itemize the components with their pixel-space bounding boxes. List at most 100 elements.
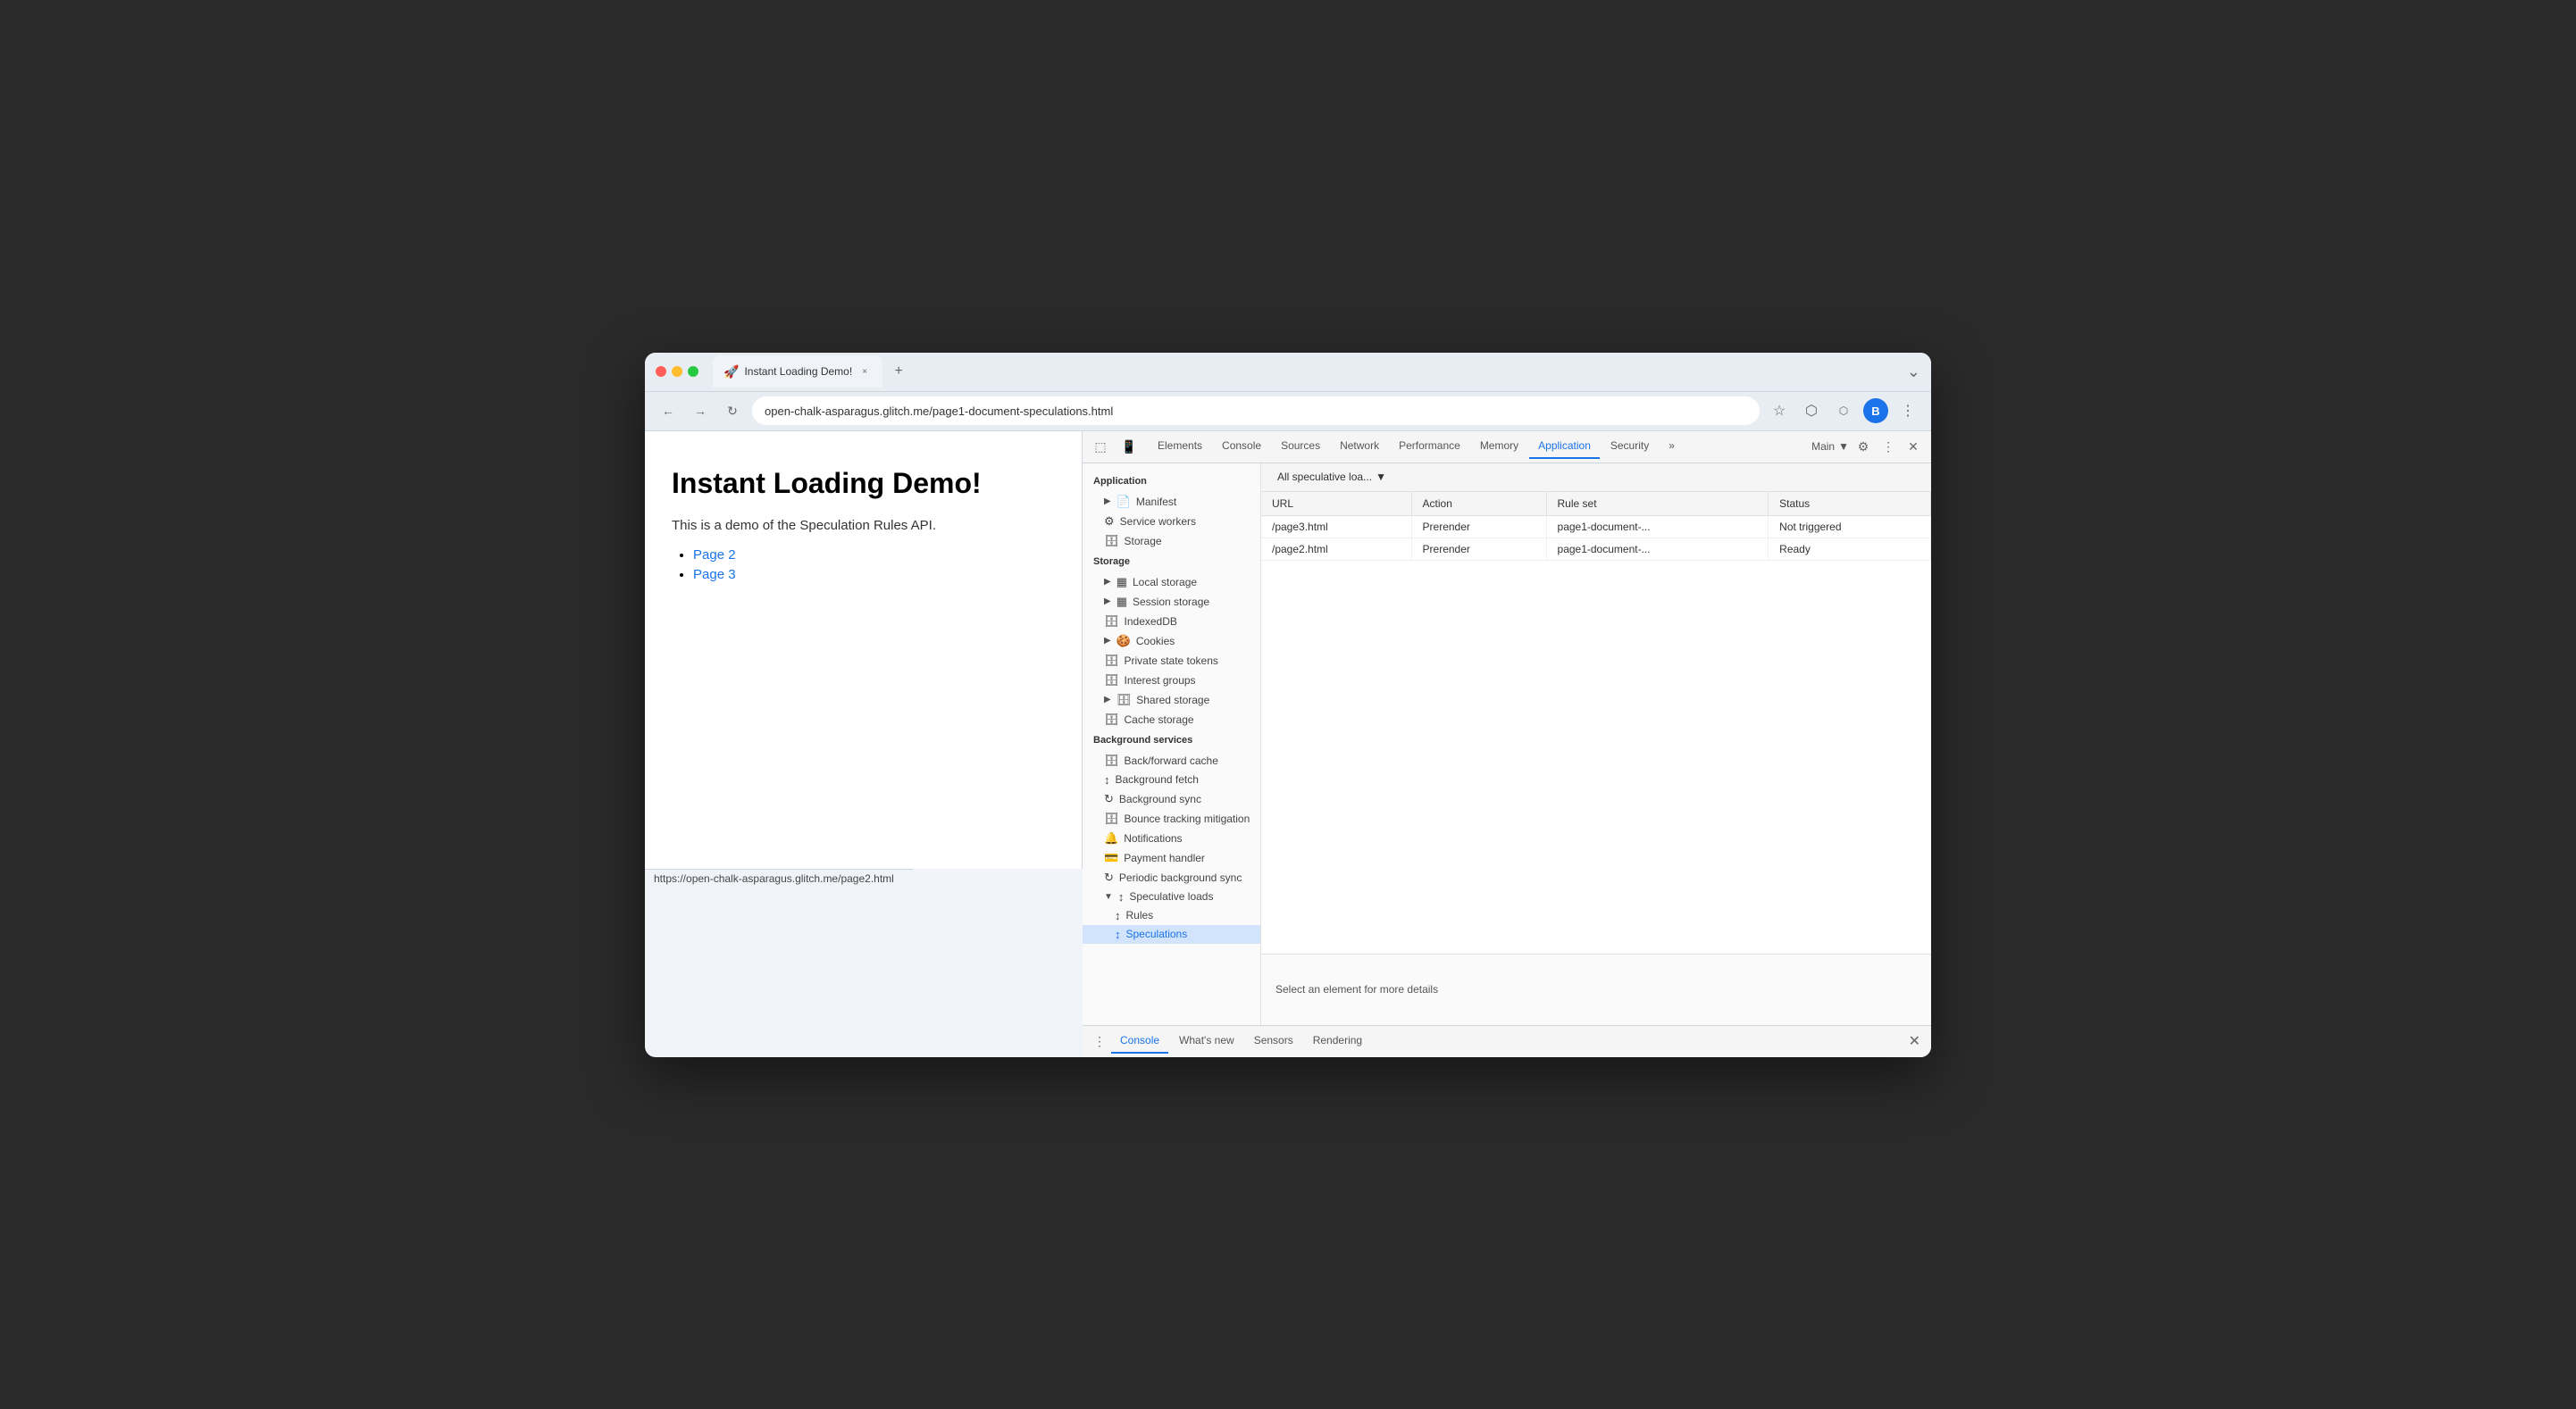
tab-elements[interactable]: Elements	[1149, 434, 1211, 459]
cookies-label: Cookies	[1136, 635, 1175, 647]
speculations-icon: ↕	[1115, 928, 1121, 941]
sidebar-item-service-workers[interactable]: ⚙ Service workers	[1083, 512, 1260, 531]
devtools-tab-bar: ⬚ 📱 Elements Console Sources Network Per…	[1083, 431, 1931, 463]
console-menu-icon[interactable]: ⋮	[1090, 1030, 1109, 1053]
filter-dropdown[interactable]: All speculative loa... ▼	[1272, 468, 1392, 486]
list-item: Page 3	[693, 567, 1055, 583]
sidebar-item-session-storage[interactable]: ▶ ▦ Session storage	[1083, 592, 1260, 612]
device-toolbar-icon[interactable]: 📱	[1118, 436, 1140, 457]
speculative-loads-icon: ↕	[1118, 890, 1125, 904]
sidebar-item-rules[interactable]: ↕ Rules	[1083, 906, 1260, 925]
shared-storage-arrow: ▶	[1104, 695, 1111, 704]
extensions-icon[interactable]: ⬡	[1799, 398, 1824, 423]
address-input[interactable]	[752, 396, 1760, 425]
back-button[interactable]: ←	[656, 398, 681, 423]
more-menu-button[interactable]: ⋮	[1895, 398, 1920, 423]
forward-button[interactable]: →	[688, 398, 713, 423]
back-forward-cache-icon: 🗄	[1104, 754, 1119, 768]
page-content: Instant Loading Demo! This is a demo of …	[645, 431, 1083, 869]
sidebar-item-payment-handler[interactable]: 💳 Payment handler	[1083, 848, 1260, 868]
tab-application[interactable]: Application	[1529, 434, 1600, 459]
service-workers-label: Service workers	[1120, 515, 1196, 528]
notifications-label: Notifications	[1124, 832, 1182, 845]
tab-network[interactable]: Network	[1331, 434, 1388, 459]
sidebar-item-local-storage[interactable]: ▶ ▦ Local storage	[1083, 572, 1260, 592]
console-tab-whats-new[interactable]: What's new	[1170, 1029, 1243, 1054]
tab-more[interactable]: »	[1660, 434, 1684, 459]
sidebar-item-back-forward-cache[interactable]: 🗄 Back/forward cache	[1083, 751, 1260, 771]
devtools-body: Application ▶ 📄 Manifest ⚙ Service worke…	[1083, 463, 1931, 1025]
settings-icon[interactable]: ⚙	[1853, 436, 1874, 457]
cookies-arrow: ▶	[1104, 636, 1111, 646]
periodic-bg-sync-icon: ↻	[1104, 871, 1114, 885]
sidebar-item-manifest[interactable]: ▶ 📄 Manifest	[1083, 492, 1260, 512]
sidebar-item-shared-storage[interactable]: ▶ 🗄 Shared storage	[1083, 690, 1260, 710]
sidebar-item-indexeddb[interactable]: 🗄 IndexedDB	[1083, 612, 1260, 631]
console-tab-sensors[interactable]: Sensors	[1245, 1029, 1302, 1054]
session-storage-icon: ▦	[1117, 595, 1127, 609]
row2-status: Ready	[1769, 538, 1931, 560]
storage-app-icon: 🗄	[1104, 534, 1119, 548]
address-bar: ← → ↻ ☆ ⬡ ⬡ B ⋮	[645, 392, 1931, 431]
sidebar-item-cookies[interactable]: ▶ 🍪 Cookies	[1083, 631, 1260, 651]
sidebar-item-speculations[interactable]: ↕ Speculations	[1083, 925, 1260, 944]
tab-memory[interactable]: Memory	[1471, 434, 1527, 459]
tab-performance[interactable]: Performance	[1390, 434, 1469, 459]
profile-button[interactable]: B	[1863, 398, 1888, 423]
manifest-arrow: ▶	[1104, 496, 1111, 506]
devtools-more-icon[interactable]: ⋮	[1878, 436, 1899, 457]
sidebar-item-interest-groups[interactable]: 🗄 Interest groups	[1083, 671, 1260, 690]
sidebar-item-background-sync[interactable]: ↻ Background sync	[1083, 789, 1260, 809]
active-tab[interactable]: 🚀 Instant Loading Demo! ×	[713, 355, 882, 388]
new-tab-button[interactable]: +	[886, 359, 911, 384]
interest-groups-label: Interest groups	[1125, 674, 1196, 687]
sidebar-item-cache-storage[interactable]: 🗄 Cache storage	[1083, 710, 1260, 730]
table-row[interactable]: /page3.html Prerender page1-document-...…	[1261, 515, 1931, 538]
sidebar-item-storage-app[interactable]: 🗄 Storage	[1083, 531, 1260, 551]
context-arrow: ▼	[1838, 440, 1849, 453]
indexeddb-label: IndexedDB	[1125, 615, 1177, 628]
bounce-tracking-icon: 🗄	[1104, 812, 1119, 826]
storage-section-title: Storage	[1083, 551, 1260, 572]
manifest-label: Manifest	[1136, 496, 1176, 508]
close-button[interactable]	[656, 366, 666, 377]
bounce-tracking-label: Bounce tracking mitigation	[1125, 813, 1250, 825]
close-devtools-button[interactable]: ✕	[1903, 436, 1924, 457]
page2-link[interactable]: Page 2	[693, 547, 736, 563]
col-status: Status	[1769, 492, 1931, 516]
reload-button[interactable]: ↻	[720, 398, 745, 423]
inspect-element-icon[interactable]: ⬚	[1090, 436, 1111, 457]
col-ruleset: Rule set	[1546, 492, 1769, 516]
main-content: Instant Loading Demo! This is a demo of …	[645, 431, 1931, 1057]
speculative-loads-arrow: ▼	[1104, 892, 1113, 902]
sidebar-item-background-fetch[interactable]: ↕ Background fetch	[1083, 771, 1260, 789]
star-icon[interactable]: ☆	[1767, 398, 1792, 423]
panel-toolbar: All speculative loa... ▼	[1261, 463, 1931, 492]
sidebar-item-speculative-loads[interactable]: ▼ ↕ Speculative loads	[1083, 888, 1260, 906]
console-tab-console[interactable]: Console	[1111, 1029, 1168, 1054]
row2-url: /page2.html	[1261, 538, 1411, 560]
manifest-icon: 📄	[1117, 495, 1131, 509]
tab-security[interactable]: Security	[1602, 434, 1658, 459]
page3-link[interactable]: Page 3	[693, 567, 736, 582]
sidebar-item-periodic-bg-sync[interactable]: ↻ Periodic background sync	[1083, 868, 1260, 888]
page-description: This is a demo of the Speculation Rules …	[672, 518, 1055, 533]
tab-close-button[interactable]: ×	[857, 364, 872, 379]
row1-url: /page3.html	[1261, 515, 1411, 538]
maximize-button[interactable]	[688, 366, 698, 377]
sidebar-item-notifications[interactable]: 🔔 Notifications	[1083, 829, 1260, 848]
background-sync-label: Background sync	[1119, 793, 1201, 805]
minimize-button[interactable]	[672, 366, 682, 377]
filter-dropdown-arrow: ▼	[1376, 471, 1386, 483]
tab-expand-button[interactable]: ⌄	[1907, 363, 1920, 381]
console-tab-rendering[interactable]: Rendering	[1304, 1029, 1371, 1054]
close-console-button[interactable]: ✕	[1905, 1029, 1924, 1054]
account-icon[interactable]: ⬡	[1831, 398, 1856, 423]
table-row[interactable]: /page2.html Prerender page1-document-...…	[1261, 538, 1931, 560]
sidebar-item-private-state-tokens[interactable]: 🗄 Private state tokens	[1083, 651, 1260, 671]
sidebar-item-bounce-tracking[interactable]: 🗄 Bounce tracking mitigation	[1083, 809, 1260, 829]
tab-sources[interactable]: Sources	[1272, 434, 1329, 459]
context-selector[interactable]: Main ▼	[1811, 440, 1849, 453]
tab-console[interactable]: Console	[1213, 434, 1270, 459]
tab-area: 🚀 Instant Loading Demo! × +	[713, 355, 1900, 388]
